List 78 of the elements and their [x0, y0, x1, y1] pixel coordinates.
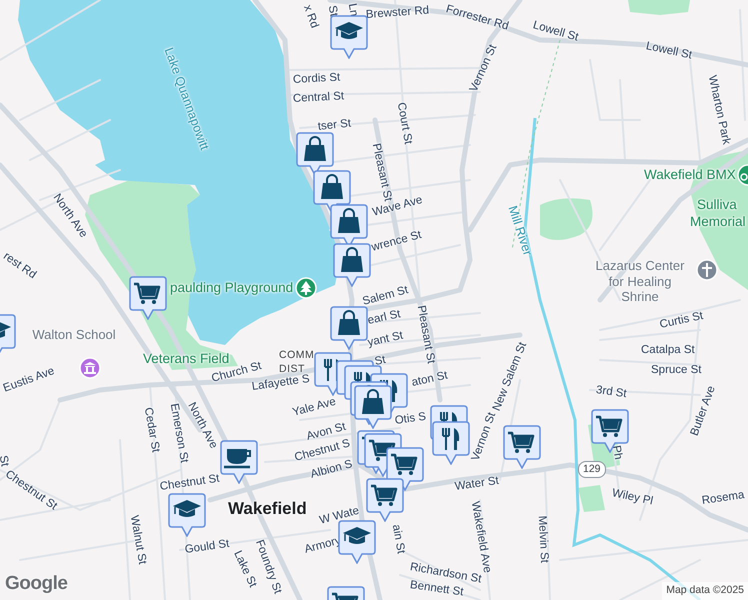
street-label: Pleasant St [414, 304, 436, 365]
street-label: Salem St [362, 285, 410, 308]
shopping-bag-marker[interactable] [354, 385, 392, 429]
street-label: Brewster Rd [366, 6, 430, 22]
street-label: Wiley Pl [610, 488, 654, 508]
street-label: Lowell St [531, 20, 580, 44]
street-label: Bennett St [409, 580, 464, 599]
street-label: Spruce St [651, 365, 702, 376]
place-label: Lazarus Center for Healing Shrine [594, 258, 686, 305]
park-label: paulding Playground [170, 281, 294, 294]
street-label: Wakefield Ave [468, 500, 492, 574]
route-number-sign: 129 [578, 461, 606, 478]
park-label: Memorial [690, 215, 746, 228]
park-label: Wakefield BMX [644, 168, 736, 182]
street-label: tser St [317, 118, 352, 134]
place-label: Walton School [31, 327, 117, 343]
shopping-bag-marker[interactable] [296, 132, 334, 176]
graduation-cap-marker[interactable] [330, 15, 368, 59]
street-label: Pleasant St [369, 142, 393, 202]
street-label: New Salem St [492, 341, 530, 413]
street-label: Lafayette S [251, 374, 310, 394]
street-label: Central St [292, 91, 344, 106]
street-label: Melvin St [535, 515, 550, 564]
map-logo: Google [5, 572, 68, 596]
street-label: 3rd St [595, 385, 628, 401]
graduation-cap-marker[interactable] [338, 520, 376, 564]
shopping-cart-marker[interactable] [503, 425, 541, 469]
street-label: x Rd [300, 4, 320, 30]
street-label: Lowell St [644, 41, 693, 62]
street-label: Catalpa St [641, 345, 695, 356]
street-label: Wharton Park [705, 74, 732, 146]
district-label: DIST [279, 364, 305, 374]
street-label: Lake St [230, 549, 258, 590]
street-label: Water St [454, 476, 500, 494]
street-label: W Wate [318, 506, 361, 528]
street-label: Walnut St [127, 514, 148, 566]
street-label: Curtis St [658, 310, 704, 332]
graduation-cap-marker[interactable] [168, 493, 206, 537]
street-label: aton St [410, 370, 449, 390]
park-area [540, 198, 592, 240]
street-label: Yale Ave [292, 396, 338, 420]
street-label: ain St [389, 524, 406, 555]
park-area [628, 0, 690, 15]
district-label: COMM [279, 350, 314, 360]
street-label: wrence St [370, 230, 423, 254]
shopping-cart-marker[interactable] [129, 276, 167, 320]
park-label: Veterans Field [143, 352, 230, 366]
park-area [578, 485, 605, 512]
street-label: St [325, 4, 339, 18]
street-label: Rosema [701, 490, 746, 508]
fork-knife-marker[interactable] [432, 421, 470, 465]
cross-icon[interactable] [696, 259, 718, 281]
street-label: Ln [345, 2, 359, 18]
street-label: St [374, 354, 387, 368]
street-label: Otis S [394, 412, 427, 428]
street-label: rest Rd [0, 251, 38, 282]
street-label: Eustis Ave [2, 366, 56, 396]
street-label: Court St [394, 102, 413, 146]
shopping-bag-marker[interactable] [330, 306, 368, 350]
shopping-cart-marker[interactable] [366, 478, 404, 522]
street-label: Albion S [310, 459, 354, 482]
shopping-bag-marker[interactable] [333, 243, 371, 287]
water-label: Mill River [506, 204, 534, 258]
street-label: Gould St [184, 538, 230, 556]
street-label: yant St [366, 330, 404, 350]
street-label: Chestnut St [159, 474, 220, 494]
street-label: Ph [609, 444, 624, 461]
city-label: Wakefield [228, 500, 307, 517]
tree-icon[interactable] [295, 277, 317, 299]
coffee-cup-marker[interactable] [220, 440, 258, 484]
street-label: earl St [366, 309, 402, 328]
street-label: Cedar St [141, 406, 161, 454]
street-label: Butler Ave [690, 384, 718, 438]
park-label: Sulliva [697, 198, 737, 212]
map-attribution: Map data ©2025 [662, 582, 748, 600]
museum-icon[interactable] [79, 357, 101, 379]
street-label: Cordis St [292, 72, 341, 86]
street-label: St [0, 454, 10, 468]
